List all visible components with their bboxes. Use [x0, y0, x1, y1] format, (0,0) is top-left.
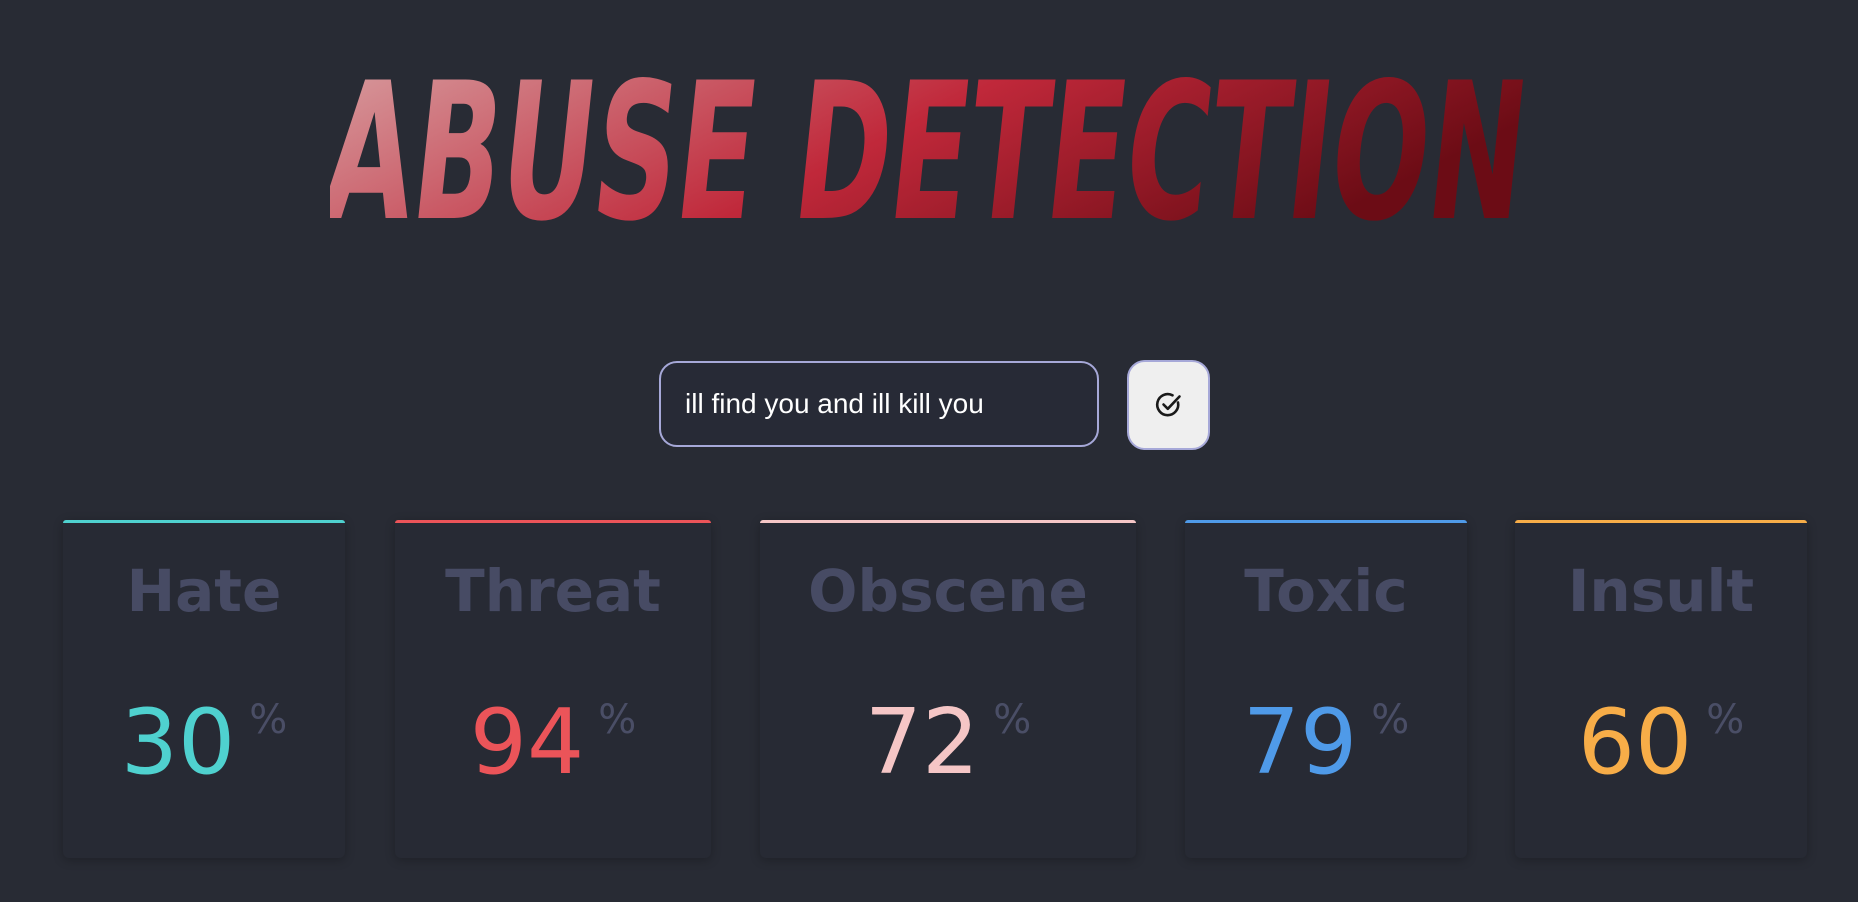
card-score: 72%: [760, 698, 1136, 788]
card-value: 79: [1242, 690, 1358, 795]
card-value: 30: [120, 690, 236, 795]
card-value: 94: [469, 690, 585, 795]
score-card-obscene: Obscene 72%: [760, 520, 1136, 858]
card-value: 60: [1577, 690, 1693, 795]
check-circle-icon: [1155, 392, 1181, 417]
score-card-toxic: Toxic 79%: [1185, 520, 1467, 858]
app-title: ABUSE DETECTION: [330, 41, 1538, 258]
card-label: Threat: [445, 557, 661, 625]
card-accent-bar: [395, 520, 711, 523]
score-card-insult: Insult 60%: [1515, 520, 1807, 858]
card-unit: %: [249, 697, 288, 743]
card-score: 30%: [63, 698, 345, 788]
search-bar: [0, 360, 1858, 452]
score-card-threat: Threat 94%: [395, 520, 711, 858]
card-label: Toxic: [1244, 557, 1408, 625]
page: ABUSE DETECTION Hate 30% Threat 94% Obsc…: [0, 0, 1858, 902]
title-logo-svg: ABUSE DETECTION: [330, 41, 1538, 258]
card-score: 94%: [395, 698, 711, 788]
card-label: Obscene: [808, 557, 1088, 625]
card-accent-bar: [760, 520, 1136, 523]
card-label: Insult: [1567, 557, 1755, 625]
card-value: 72: [864, 690, 980, 795]
card-accent-bar: [1185, 520, 1467, 523]
score-card-hate: Hate 30%: [63, 520, 345, 858]
card-score: 60%: [1515, 698, 1807, 788]
card-unit: %: [1706, 697, 1745, 743]
card-accent-bar: [1515, 520, 1807, 523]
card-accent-bar: [63, 520, 345, 523]
card-unit: %: [598, 697, 637, 743]
card-unit: %: [993, 697, 1032, 743]
card-unit: %: [1371, 697, 1410, 743]
analyze-button[interactable]: [1127, 360, 1210, 450]
card-label: Hate: [126, 557, 282, 625]
comment-input[interactable]: [659, 361, 1099, 447]
card-score: 79%: [1185, 698, 1467, 788]
app-title-logo: ABUSE DETECTION: [330, 18, 1550, 258]
